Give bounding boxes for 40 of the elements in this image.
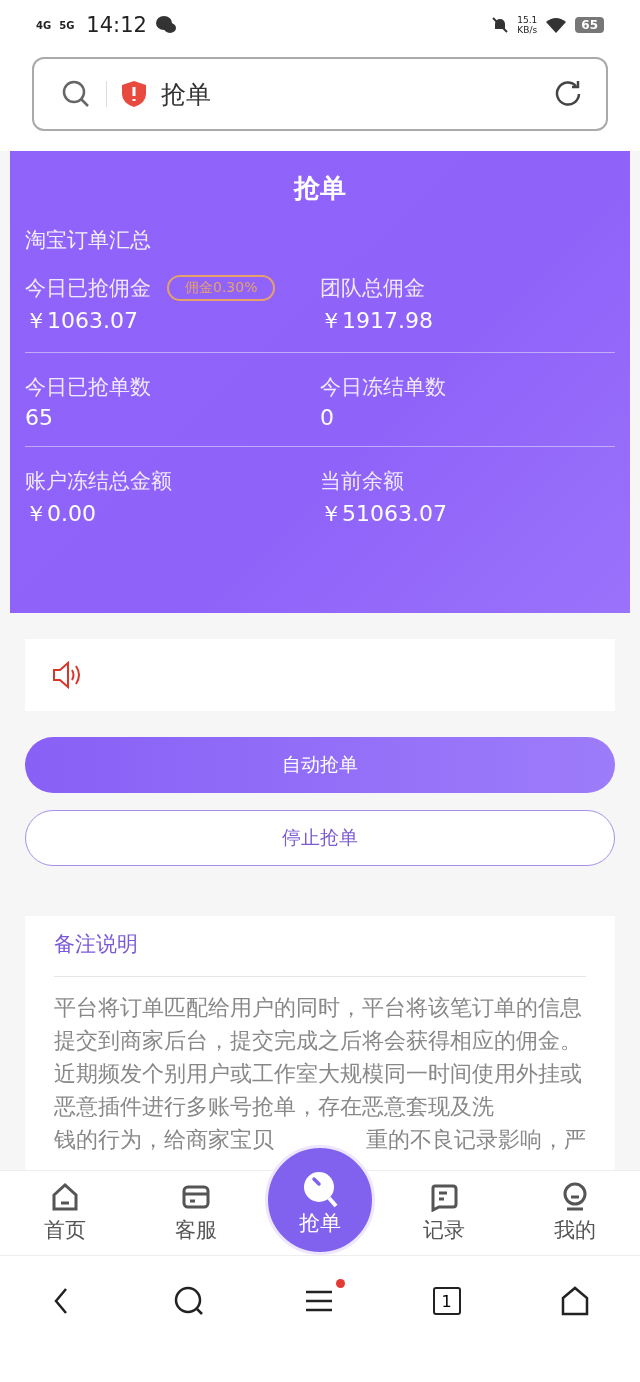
clock: 14:12 [86,13,147,37]
battery-level: 65 [575,17,604,33]
stat-value: 65 [25,405,54,430]
wifi-icon [545,16,568,34]
stat-label: 今日已抢佣金 [25,275,151,302]
bell-muted-icon [491,16,510,34]
page-title: 抢单 [161,78,212,111]
nav-tab[interactable]: 记录 [379,1171,510,1255]
stat-value: ￥1917.98 [320,307,434,335]
notes-text: 平台将订单匹配给用户的同时，平台将该笔订单的信息提交到商家后台，提交完成之后将会获得相应的佣金。近期频发个别用户或工作室大规模同一时间使用外挂或恶意插件进行多账号抢单，存在恶意套现及洗 [54,994,583,1121]
note-icon [429,1182,460,1212]
menu-icon[interactable] [305,1289,333,1313]
stat-value: ￥1063.07 [25,307,139,335]
home-icon [50,1182,81,1212]
commission-badge: 佣金0.30% [167,275,276,301]
panel-subtitle: 淘宝订单汇总 [25,227,152,254]
panel-title: 抢单 [292,172,347,205]
nav-tab[interactable]: 首页 [0,1171,131,1255]
network-speed: 15.1 KB/s [517,15,538,35]
stat-value: ￥51063.07 [320,500,448,528]
network-label: 4G [36,19,52,31]
chat-icon [154,15,177,35]
stat-value: ￥0.00 [25,500,97,528]
stat-label: 团队总佣金 [320,275,425,302]
home-icon[interactable] [560,1286,591,1316]
tabs-button[interactable]: 1 [432,1287,461,1315]
address-bar[interactable]: 抢单 [32,57,608,131]
shield-icon [121,80,147,108]
nav-tab[interactable]: 客服 [130,1171,261,1255]
stop-grab-button[interactable]: 停止抢单 [25,810,615,866]
stat-label: 今日冻结单数 [320,374,446,401]
notes-title: 备注说明 [54,930,586,977]
stat-label: 账户冻结总金额 [25,468,172,495]
network-label: 5G [59,19,75,31]
nav-tab[interactable]: 我的 [509,1171,640,1255]
auto-grab-button[interactable]: 自动抢单 [25,737,615,793]
stat-label: 今日已抢单数 [25,374,151,401]
stat-value: 0 [320,405,335,430]
stat-label: 当前余额 [320,468,404,495]
speaker-icon [51,660,83,690]
